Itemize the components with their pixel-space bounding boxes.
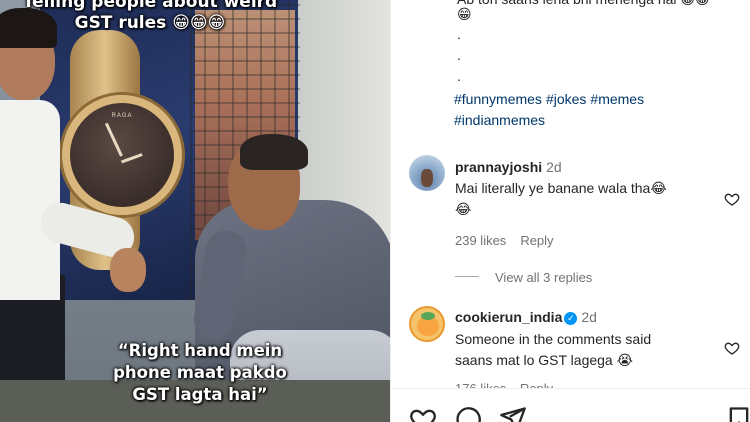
hashtag-link[interactable]: #jokes (546, 91, 586, 107)
comment-header: cookierun_india ✓ 2d (455, 309, 597, 325)
comment-text-line: Mai literally ye banane wala tha😂 (455, 180, 667, 196)
verified-badge-icon: ✓ (564, 312, 578, 325)
hashtag-link[interactable]: #indianmemes (454, 112, 545, 128)
comment-text-line: Someone in the comments said (455, 331, 652, 347)
heart-icon[interactable] (724, 340, 740, 356)
comment-text: Someone in the comments said saans mat l… (455, 329, 705, 371)
caption-bottom-line: “Right hand mein (117, 341, 283, 360)
avatar[interactable] (409, 306, 445, 342)
comment-text: Mai literally ye banane wala tha😂 😂 (455, 178, 705, 220)
caption-dot: . (457, 26, 461, 42)
avatar[interactable] (409, 155, 445, 191)
right-person-hair (240, 134, 308, 170)
video-caption-bottom: “Right hand mein phone maat pakdo GST la… (70, 340, 330, 406)
comment-header: prannayjoshi 2d (455, 159, 562, 175)
left-person-shirt (0, 100, 60, 300)
comment-time[interactable]: 2d (581, 309, 597, 325)
reply-button[interactable]: Reply (520, 233, 553, 248)
reel-video[interactable]: RAGA Telling people about weird GST rule… (0, 0, 390, 422)
comment-icon[interactable] (454, 405, 482, 422)
comment-meta: 239 likes Reply (455, 233, 568, 248)
post-caption-partial: Ab toh saans lena bhi mehenga hai 😁😁 (457, 0, 710, 8)
comment-likes[interactable]: 239 likes (455, 233, 506, 248)
watch-brand-logo: RAGA (111, 113, 133, 119)
view-replies-button[interactable]: View all 3 replies (495, 270, 592, 285)
comment-username[interactable]: prannayjoshi (455, 159, 542, 175)
bookmark-icon[interactable] (725, 405, 750, 422)
hashtag-link[interactable]: #memes (590, 91, 644, 107)
video-caption-top: Telling people about weird GST rules 😁😁😁 (0, 0, 300, 34)
caption-top-line: GST rules 😁😁😁 (74, 13, 226, 33)
replies-divider (455, 276, 479, 277)
comment-time[interactable]: 2d (546, 159, 562, 175)
comment-username[interactable]: cookierun_india (455, 309, 562, 325)
hashtags: #funnymemes #jokes #memes #indianmemes (454, 89, 714, 131)
heart-icon[interactable] (724, 191, 740, 207)
post-caption-emoji: 😁 (457, 6, 472, 22)
caption-bottom-line: phone maat pakdo (113, 363, 287, 382)
send-icon[interactable] (499, 405, 527, 422)
caption-dot: . (457, 68, 461, 84)
comments-panel[interactable]: Ab toh saans lena bhi mehenga hai 😁😁 😁 .… (390, 0, 750, 422)
post-action-bar (391, 388, 750, 422)
hashtag-link[interactable]: #funnymemes (454, 91, 542, 107)
caption-dot: . (457, 47, 461, 63)
caption-top-line: Telling people about weird (22, 0, 278, 12)
comment-text-line: 😂 (455, 201, 472, 217)
left-person-hand (110, 248, 146, 292)
like-heart-icon[interactable] (409, 405, 437, 422)
comment-text-line: saans mat lo GST lagega 😭 (455, 352, 633, 368)
caption-bottom-line: GST lagta hai” (132, 385, 268, 404)
